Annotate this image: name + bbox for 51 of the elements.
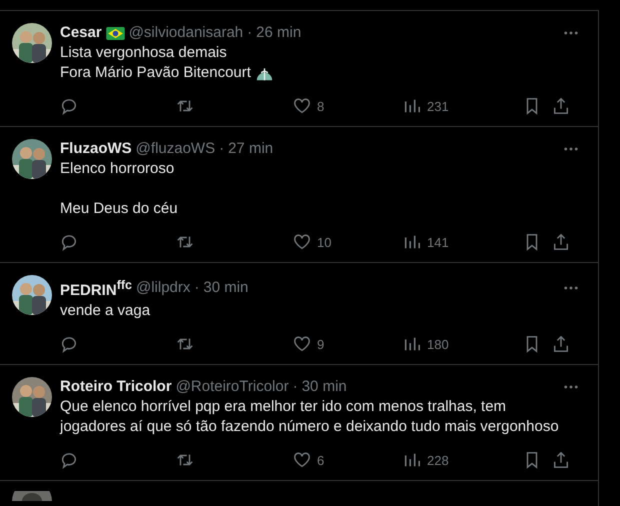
- reply-icon[interactable]: [60, 335, 78, 353]
- heart-icon[interactable]: [293, 335, 311, 353]
- post-text: vende a vaga: [60, 301, 150, 321]
- separator-dot: ·: [194, 278, 200, 298]
- post-text: Fora Mário Pavão Bitencourt: [60, 63, 251, 83]
- user-name[interactable]: Cesar: [60, 23, 102, 43]
- share-icon[interactable]: [552, 335, 570, 353]
- separator-dot: ·: [219, 139, 224, 159]
- user-name[interactable]: FluzaoWS: [60, 139, 132, 159]
- reply-icon[interactable]: [60, 451, 78, 469]
- user-handle[interactable]: @fluzaoWS: [136, 139, 216, 159]
- separator-dot: ·: [292, 377, 298, 397]
- like-count: 8: [317, 98, 324, 114]
- share-icon[interactable]: [552, 233, 570, 251]
- like-count: 6: [317, 452, 324, 468]
- share-icon[interactable]: [552, 97, 570, 115]
- user-handle[interactable]: @lilpdrx: [136, 278, 190, 298]
- user-name[interactable]: PEDRIN$^{ffc}$: [60, 275, 132, 301]
- view-count: 141: [427, 234, 449, 250]
- views-icon[interactable]: [403, 335, 421, 353]
- post-text: Elenco horroroso: [60, 159, 174, 179]
- more-icon[interactable]: [564, 385, 578, 389]
- views-icon[interactable]: [403, 451, 421, 469]
- post-time[interactable]: 26 min: [256, 23, 302, 43]
- user-handle[interactable]: @RoteiroTricolor: [176, 377, 289, 397]
- more-icon[interactable]: [564, 286, 578, 290]
- like-count: 9: [317, 336, 324, 352]
- heart-icon[interactable]: [293, 451, 311, 469]
- flag-icon: [106, 26, 125, 40]
- separator-dot: ·: [247, 23, 252, 43]
- reply-icon[interactable]: [60, 233, 78, 251]
- user-name[interactable]: Roteiro Tricolor: [60, 377, 172, 397]
- view-count: 231: [427, 98, 449, 114]
- user-handle[interactable]: @silviodanisarah: [128, 23, 244, 43]
- share-icon[interactable]: [552, 451, 570, 469]
- views-icon[interactable]: [403, 233, 421, 251]
- post-time[interactable]: 30 min: [302, 377, 347, 397]
- more-icon[interactable]: [564, 31, 578, 35]
- post-text: Que elenco horrível pqp era melhor ter ido com menos tralhas, tem jogadores aí que só tão fazendo número e deixando tudo mais vergonhoso: [60, 397, 560, 437]
- post-text: Meu Deus do céu: [60, 199, 178, 219]
- post-time[interactable]: 30 min: [203, 278, 248, 298]
- post-text: Lista vergonhosa demais: [60, 43, 227, 63]
- like-count: 10: [317, 234, 332, 250]
- reply-icon[interactable]: [60, 97, 78, 115]
- views-icon[interactable]: [403, 97, 421, 115]
- view-count: 180: [427, 336, 449, 352]
- view-count: 228: [427, 452, 449, 468]
- heart-icon[interactable]: [293, 97, 311, 115]
- heart-icon[interactable]: [293, 233, 311, 251]
- post-time[interactable]: 27 min: [228, 139, 274, 159]
- more-icon[interactable]: [564, 147, 578, 151]
